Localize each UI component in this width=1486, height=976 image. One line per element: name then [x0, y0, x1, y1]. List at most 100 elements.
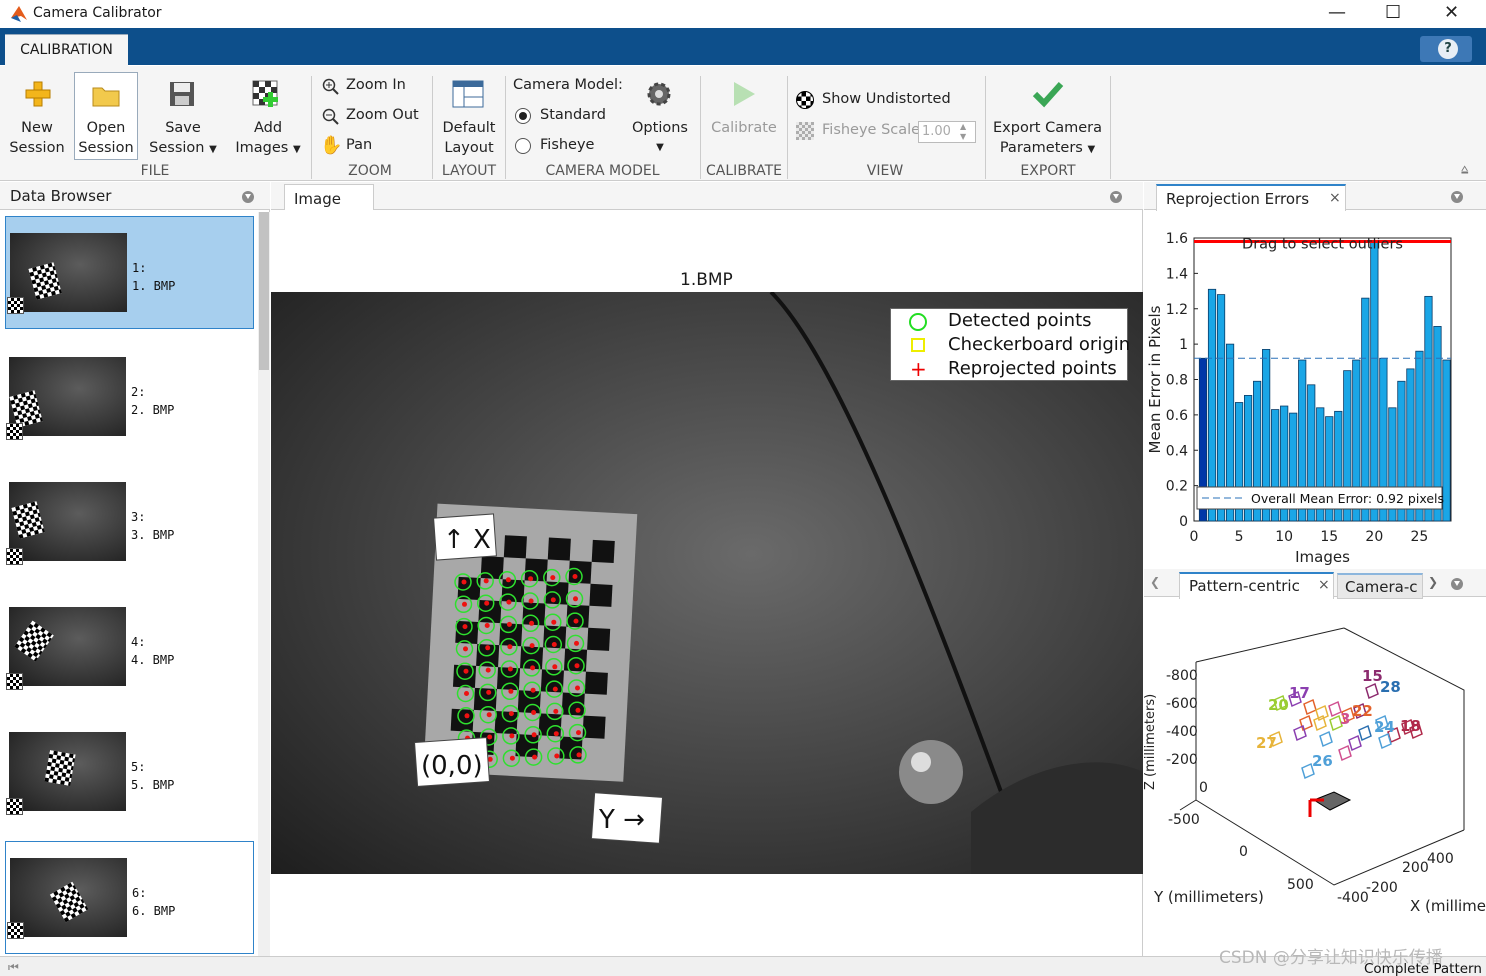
standard-radio[interactable]: [515, 108, 531, 124]
divider: [1110, 76, 1111, 179]
browser-scrollbar[interactable]: [258, 212, 270, 956]
reprojected-point: [573, 618, 579, 624]
reprojected-point: [507, 644, 513, 650]
checker-square: [494, 711, 518, 735]
reprojected-point: [464, 713, 470, 719]
standard-radio-label: Standard: [540, 107, 606, 123]
default-layout-button[interactable]: Default Layout: [436, 118, 502, 158]
scroll-right-icon[interactable]: ❯: [1428, 575, 1438, 589]
close-tab-icon[interactable]: ×: [1318, 577, 1330, 593]
z-tick: -800: [1166, 668, 1198, 684]
y-tick: 0: [1239, 844, 1248, 860]
list-item[interactable]: 4: 4. BMP: [5, 591, 254, 704]
error-bar[interactable]: [1207, 288, 1217, 522]
origin-label: (0,0): [421, 751, 483, 781]
new-session-button[interactable]: New Session: [4, 118, 70, 158]
close-icon[interactable]: ✕: [1444, 2, 1459, 23]
scroll-first-icon[interactable]: ⏮: [8, 960, 19, 975]
x-axis-label: X (millime: [1410, 897, 1486, 915]
panel-menu-icon[interactable]: [1451, 191, 1463, 203]
camera-label: 26: [1312, 752, 1333, 770]
checker-square: [566, 604, 590, 628]
checkerboard-badge-icon: [6, 423, 23, 440]
group-label-layout: LAYOUT: [441, 163, 497, 179]
reprojected-point: [572, 574, 578, 579]
tab-calibration[interactable]: CALIBRATION: [5, 34, 128, 66]
pan-button[interactable]: Pan: [346, 137, 372, 153]
y-tick-label: 0.6: [1166, 408, 1188, 424]
reprojected-point: [528, 598, 534, 604]
camera-marker: [1338, 744, 1352, 762]
checkerboard-badge-icon: [7, 297, 24, 314]
calibrate-button[interactable]: Calibrate: [703, 118, 785, 138]
scrollbar-thumb[interactable]: [259, 212, 269, 370]
list-item[interactable]: 1: 1. BMP: [5, 216, 254, 329]
y-tick-label: 1.6: [1166, 231, 1188, 247]
checker-square: [584, 671, 608, 695]
reprojected-point: [551, 642, 557, 647]
zoom-out-button[interactable]: Zoom Out: [346, 107, 419, 123]
help-button[interactable]: ?: [1420, 36, 1472, 62]
reprojected-point: [574, 640, 579, 646]
list-item[interactable]: 5: 5. BMP: [5, 716, 254, 829]
checker-square: [587, 627, 611, 651]
camera-marker: [1293, 724, 1307, 742]
fisheye-radio[interactable]: [515, 138, 531, 154]
help-icon: ?: [1438, 39, 1458, 59]
export-parameters-button[interactable]: Export Camera Parameters ▼: [990, 118, 1105, 160]
collapse-toolstrip-icon[interactable]: ⩠: [1461, 162, 1468, 177]
reprojected-point: [509, 755, 515, 761]
add-images-button[interactable]: Add Images ▼: [228, 118, 308, 160]
reprojected-point: [552, 686, 558, 692]
reprojected-point: [532, 754, 538, 760]
fisheye-scale-spinner[interactable]: 1.00: [918, 121, 976, 143]
checker-square: [517, 690, 541, 714]
close-tab-icon[interactable]: ×: [1329, 190, 1341, 206]
open-session-button[interactable]: Open Session: [74, 118, 138, 158]
reprojected-point: [508, 688, 514, 694]
camera-marker: [1365, 682, 1379, 700]
list-item[interactable]: 6: 6. BMP: [5, 841, 254, 954]
divider: [311, 76, 312, 179]
zoom-in-icon: [322, 78, 339, 95]
list-item[interactable]: 3: 3. BMP: [5, 466, 254, 579]
reprojected-point: [576, 752, 582, 758]
folder-icon: [92, 87, 120, 107]
x-tick: -400: [1337, 890, 1369, 906]
maximize-icon[interactable]: ☐: [1385, 2, 1401, 23]
x-tick: 400: [1427, 851, 1454, 867]
window-title: Camera Calibrator: [33, 5, 162, 21]
group-label-zoom: ZOOM: [348, 163, 392, 179]
panel-menu-icon[interactable]: [1110, 191, 1122, 203]
spinner-arrows-icon[interactable]: ▲ ▼: [960, 122, 966, 142]
minimize-icon[interactable]: —: [1328, 2, 1346, 23]
z-tick: -600: [1166, 696, 1198, 712]
error-bar[interactable]: [1370, 241, 1379, 522]
reprojected-point: [575, 707, 581, 713]
save-session-button[interactable]: Save Session ▼: [143, 118, 223, 160]
y-tick-label: 0.8: [1166, 373, 1188, 389]
drag-outliers-hint: Drag to select outliers: [1242, 237, 1403, 253]
camera-marker: [1313, 714, 1327, 732]
complete-pattern-button[interactable]: Complete Pattern: [1364, 961, 1482, 976]
extrinsics-3d-plot[interactable]: -800 -600 -400 -200 0 -500 0 500 400 200…: [1144, 600, 1486, 956]
reprojection-chart[interactable]: 0 0.2 0.4 0.6 0.8 1 1.2 1.4 1.6 0 5 10 15 20 25 Drag to…: [1144, 212, 1486, 568]
panel-menu-icon[interactable]: [1451, 578, 1463, 590]
zoom-in-button[interactable]: Zoom In: [346, 77, 406, 93]
panel-menu-icon[interactable]: [242, 191, 254, 203]
chevron-down-icon: ▼: [209, 144, 217, 155]
tab-camera-centric[interactable]: Camera-c: [1337, 573, 1423, 599]
divider: [985, 76, 986, 179]
checker-square: [503, 535, 527, 559]
x-tick-label: 10: [1275, 529, 1293, 545]
camera-marker: [1319, 730, 1333, 748]
camera-label: 24: [1374, 718, 1395, 736]
options-button[interactable]: Options ▼: [626, 118, 694, 158]
scroll-left-icon[interactable]: ❮: [1150, 575, 1160, 589]
z-axis-label: Z (millimeters): [1144, 694, 1158, 790]
check-icon: [1032, 81, 1064, 108]
reprojected-point: [529, 643, 535, 649]
y-axis-title: Mean Error in Pixels: [1146, 305, 1164, 453]
list-item[interactable]: 2: 2. BMP: [5, 341, 254, 454]
show-undistorted-button[interactable]: Show Undistorted: [822, 91, 951, 107]
